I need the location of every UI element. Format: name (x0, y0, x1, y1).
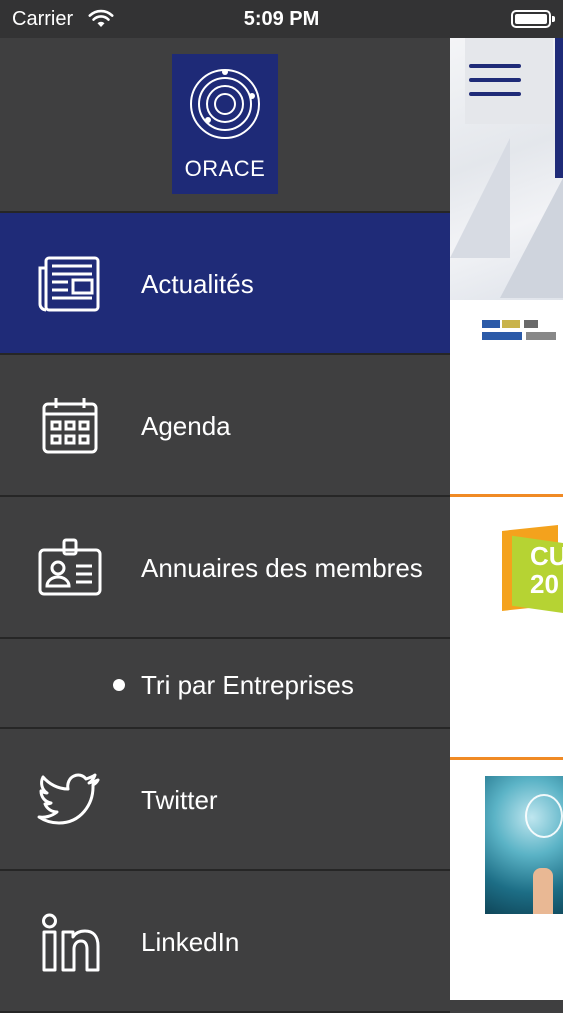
status-bar: Carrier 5:09 PM (0, 0, 563, 38)
calendar-icon (36, 396, 104, 456)
orace-logo: ORACE (172, 54, 278, 194)
brand-bar (555, 38, 563, 178)
logo-text: ORACE (184, 156, 266, 181)
article-divider (450, 757, 563, 760)
menu-item-linkedin[interactable]: LinkedIn (0, 871, 450, 1013)
thumbnail-text: CU 20 (530, 541, 563, 599)
menu-item-label: LinkedIn (141, 927, 240, 957)
drawer-header: ORACE (0, 38, 450, 213)
menu-item-annuaires[interactable]: Annuaires des membres (0, 497, 450, 639)
article-thumbnail[interactable] (485, 776, 563, 914)
battery-icon (511, 10, 555, 28)
sponsor-logos (480, 314, 563, 344)
linkedin-icon (36, 912, 104, 972)
hand-image (533, 868, 553, 914)
lightbulb-icon (525, 794, 563, 838)
article-thumbnail[interactable]: CU 20 (502, 525, 563, 616)
hamburger-menu-button[interactable] (465, 38, 553, 124)
article-divider (450, 494, 563, 497)
bullet-icon (113, 679, 125, 691)
newspaper-icon (36, 254, 104, 314)
menu-item-label: Agenda (141, 411, 231, 441)
menu-item-label: Annuaires des membres (141, 553, 423, 583)
id-badge-icon (36, 538, 104, 598)
menu-item-actualites[interactable]: Actualités (0, 213, 450, 355)
menu-item-label: Actualités (141, 269, 254, 299)
clock: 5:09 PM (243, 8, 320, 30)
main-content-peek[interactable]: CU 20 (450, 38, 563, 1000)
menu-item-label: Twitter (141, 785, 218, 815)
submenu-item-tri-entreprises[interactable]: Tri par Entreprises (0, 639, 450, 729)
twitter-icon (36, 770, 104, 830)
menu-item-agenda[interactable]: Agenda (0, 355, 450, 497)
submenu-item-label: Tri par Entreprises (141, 670, 354, 700)
orbit-logo-icon (190, 69, 260, 139)
menu-item-twitter[interactable]: Twitter (0, 729, 450, 871)
side-drawer: ORACE Actualités Agenda Annuaires des me… (0, 38, 450, 1013)
